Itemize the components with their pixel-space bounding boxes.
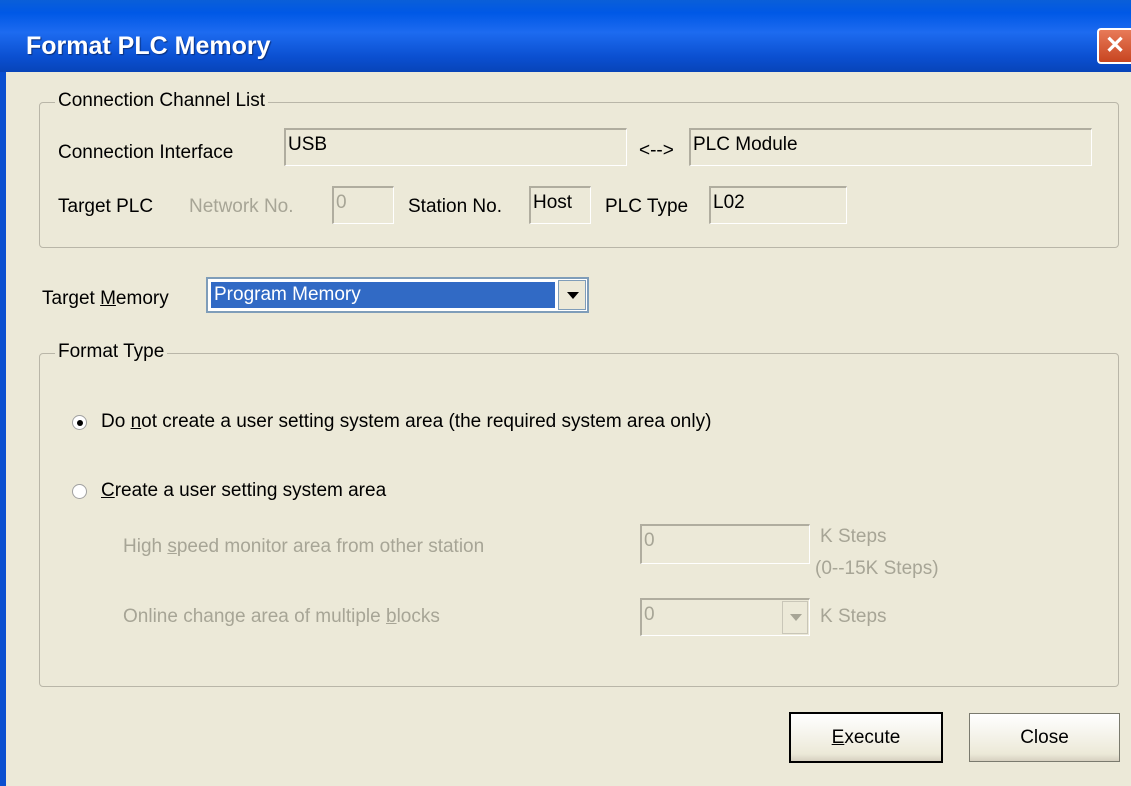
target-memory-label-suffix: emory [115, 288, 169, 309]
online-mnemonic: b [386, 606, 397, 627]
chevron-down-icon [790, 614, 802, 621]
network-no-label: Network No. [189, 196, 294, 217]
radio-selected-dot [77, 420, 83, 426]
window-title: Format PLC Memory [26, 32, 271, 60]
monitor-unit-label: K Steps [820, 526, 887, 547]
close-button[interactable]: Close [969, 713, 1120, 762]
target-memory-label-prefix: Target [42, 288, 101, 309]
target-memory-select[interactable]: Program Memory [206, 277, 589, 313]
connection-interface-label: Connection Interface [58, 142, 234, 163]
target-memory-label: Target Memory [42, 288, 169, 310]
target-memory-label-mnemonic: M [100, 288, 116, 309]
option1-prefix: Do [101, 411, 131, 432]
dialog-body: Connection Channel List Connection Inter… [0, 72, 1131, 786]
radio-create-user-area[interactable] [72, 484, 87, 499]
high-speed-monitor-label: High speed monitor area from other stati… [123, 536, 484, 558]
option2-suffix: reate a user setting system area [114, 480, 387, 501]
close-icon[interactable]: ✕ [1097, 28, 1131, 64]
radio-create-user-area-label[interactable]: Create a user setting system area [101, 480, 386, 502]
execute-button[interactable]: Execute [789, 712, 943, 763]
online-change-select[interactable]: 0 [640, 598, 810, 636]
online-prefix: Online change area of multiple [123, 606, 386, 627]
format-type-legend: Format Type [55, 341, 168, 363]
plc-module-field: PLC Module [689, 128, 1092, 166]
option1-mnemonic: n [130, 411, 142, 432]
chevron-down-icon [567, 292, 579, 299]
connection-channel-group [39, 102, 1119, 248]
target-memory-selected: Program Memory [211, 282, 555, 308]
station-no-field: Host [529, 186, 591, 224]
connection-arrow: <--> [639, 140, 674, 161]
station-no-label: Station No. [408, 196, 502, 217]
online-change-dropdown-button[interactable] [782, 601, 808, 634]
network-no-field: 0 [332, 186, 394, 224]
plc-type-field: L02 [709, 186, 847, 224]
high-speed-monitor-field[interactable]: 0 [640, 524, 810, 564]
monitor-prefix: High [123, 536, 168, 557]
connection-channel-legend: Connection Channel List [55, 90, 269, 112]
option1-suffix: ot create a user setting system area (th… [141, 411, 712, 432]
execute-mnemonic: E [831, 727, 845, 748]
online-change-value: 0 [644, 604, 655, 625]
online-suffix: locks [396, 606, 440, 627]
online-change-label: Online change area of multiple blocks [123, 606, 440, 628]
option2-mnemonic: C [101, 480, 115, 501]
monitor-suffix: peed monitor area from other station [176, 536, 485, 557]
target-memory-dropdown-button[interactable] [558, 280, 586, 310]
format-plc-memory-dialog: Format PLC Memory ✕ Connection Channel L… [0, 0, 1131, 786]
title-bar[interactable]: Format PLC Memory ✕ [0, 0, 1131, 72]
online-unit-label: K Steps [820, 606, 887, 627]
execute-suffix: xecute [844, 727, 901, 748]
monitor-range-label: (0--15K Steps) [815, 558, 939, 579]
format-type-group [39, 353, 1119, 687]
radio-no-user-area-label[interactable]: Do not create a user setting system area… [101, 411, 711, 433]
plc-type-label: PLC Type [605, 196, 689, 217]
monitor-mnemonic: s [167, 536, 177, 557]
radio-no-user-area[interactable] [72, 415, 87, 430]
target-plc-label: Target PLC [58, 196, 154, 217]
connection-interface-field: USB [284, 128, 627, 166]
